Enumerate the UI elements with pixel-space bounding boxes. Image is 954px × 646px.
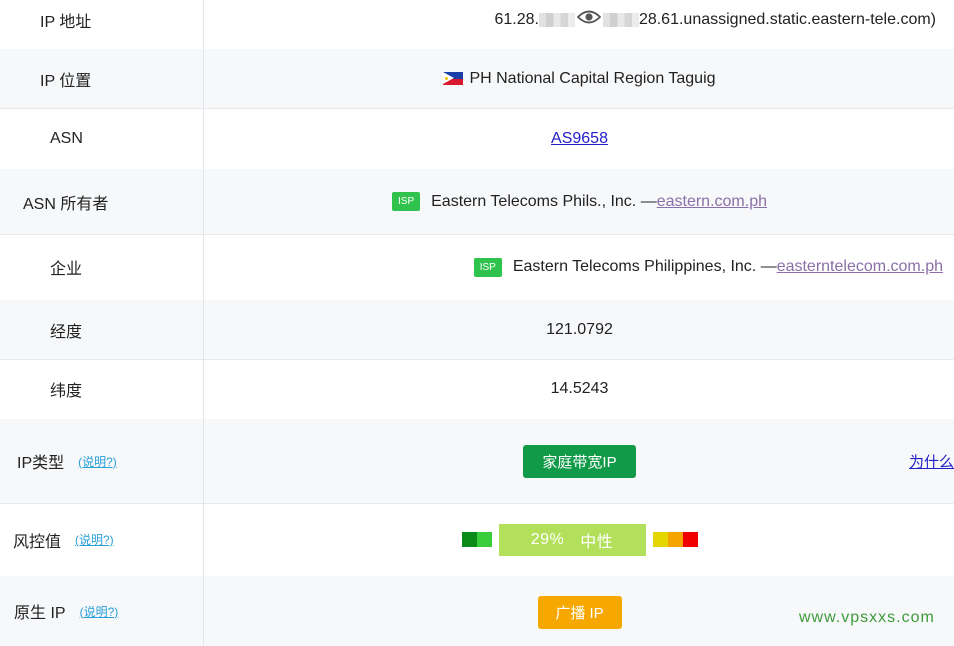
label-ip-location: IP 位置 (0, 49, 204, 108)
company-domain-link[interactable]: easterntelecom.com.ph (777, 258, 943, 276)
risk-segment-mid (652, 532, 668, 547)
row-ip-location: IP 位置 PH National Capital Region Taguig (0, 49, 954, 109)
label-longitude: 经度 (0, 300, 204, 359)
row-asn-owner: ASN 所有者 ISP Eastern Telecoms Phils., Inc… (0, 169, 954, 235)
value-risk-score: 29% 中性 (205, 503, 954, 576)
masked-ip-part (538, 12, 575, 27)
isp-badge: ISP (392, 192, 421, 211)
value-ip-address: 61.28. 28.61.unassigned.static.eastern-t… (205, 0, 954, 49)
row-risk-score: 风控值 (说明?) 29% 中性 (0, 503, 954, 577)
ip-type-badge: 家庭带宽IP (523, 444, 636, 478)
row-asn: ASN AS9658 (0, 108, 954, 170)
label-ip-type: IP类型 (说明?) (0, 419, 204, 503)
row-ip-address: IP 地址 61.28. 28.61.unassigned.static.eas… (0, 0, 954, 50)
eye-icon[interactable] (576, 9, 602, 30)
label-risk-score: 风控值 (说明?) (0, 503, 204, 576)
risk-segment-very-high (682, 532, 698, 547)
label-native-ip: 原生 IP (说明?) (0, 576, 204, 646)
masked-hostname-part (602, 12, 639, 27)
asn-owner-name: Eastern Telecoms Phils., Inc. — (431, 192, 657, 210)
value-asn: AS9658 (205, 108, 954, 169)
ip-prefix: 61.28. (494, 10, 539, 28)
value-latitude: 14.5243 (550, 380, 609, 397)
risk-percent: 29% (530, 530, 565, 548)
watermark: www.vpsxxs.com (799, 609, 935, 626)
asn-link[interactable]: AS9658 (551, 130, 608, 148)
native-ip-help-link[interactable]: (说明?) (80, 603, 119, 620)
risk-segment-high (667, 532, 683, 547)
row-latitude: 纬度 14.5243 (0, 359, 954, 420)
label-asn: ASN (0, 108, 204, 169)
location-text: PH National Capital Region Taguig (469, 69, 716, 87)
risk-help-link[interactable]: (说明?) (75, 531, 114, 548)
label-ip-address: IP 地址 (0, 0, 204, 49)
risk-score-box: 29% 中性 (498, 523, 646, 556)
value-longitude: 121.0792 (546, 320, 613, 338)
isp-badge: ISP (473, 257, 502, 277)
risk-segment-low (461, 532, 477, 547)
value-ip-location: PH National Capital Region Taguig (205, 49, 954, 108)
label-asn-owner: ASN 所有者 (0, 169, 204, 234)
label-company: 企业 (0, 234, 204, 300)
ip-type-help-link[interactable]: (说明?) (78, 453, 117, 470)
company-name: Eastern Telecoms Philippines, Inc. — (512, 258, 777, 275)
row-company: 企业 ISP Eastern Telecoms Philippines, Inc… (0, 234, 954, 301)
risk-level: 中性 (580, 533, 614, 551)
why-link[interactable]: 为什么 (909, 451, 954, 472)
philippines-flag-icon (443, 72, 464, 85)
value-company: ISP Eastern Telecoms Philippines, Inc. —… (205, 234, 954, 300)
asn-owner-domain-link[interactable]: eastern.com.ph (657, 193, 767, 211)
value-asn-owner: ISP Eastern Telecoms Phils., Inc. — east… (205, 169, 954, 234)
ip-hostname-suffix: 28.61.unassigned.static.eastern-tele.com… (638, 10, 936, 28)
risk-meter: 29% 中性 (461, 523, 698, 556)
value-ip-type: 家庭带宽IP (205, 419, 954, 503)
row-longitude: 经度 121.0792 (0, 300, 954, 360)
native-ip-badge: 广播 IP (537, 596, 622, 629)
risk-segment-low-mid (476, 532, 492, 547)
label-latitude: 纬度 (0, 359, 204, 419)
row-ip-type: IP类型 (说明?) 家庭带宽IP 为什么 (0, 419, 954, 504)
